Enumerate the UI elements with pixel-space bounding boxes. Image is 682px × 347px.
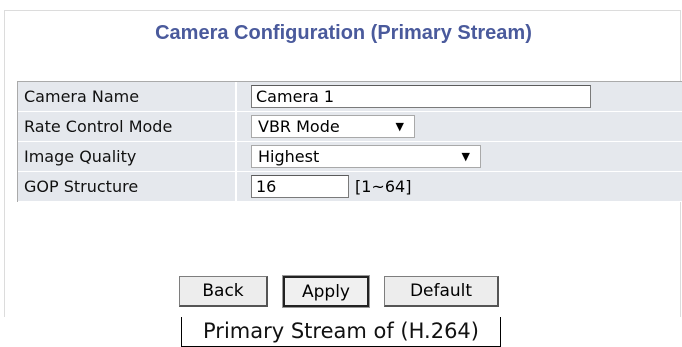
image-quality-label: Image Quality	[18, 142, 237, 171]
rate-control-mode-label: Rate Control Mode	[18, 112, 237, 141]
row-rate-control-mode: Rate Control Mode VBR Mode ▼	[18, 112, 682, 142]
camera-name-label: Camera Name	[18, 82, 237, 111]
gop-structure-input[interactable]: 16	[251, 175, 349, 198]
rate-control-mode-select[interactable]: VBR Mode ▼	[251, 115, 415, 138]
config-panel: Camera Configuration (Primary Stream) Ca…	[4, 10, 682, 317]
chevron-down-icon: ▼	[395, 120, 404, 133]
camera-name-input[interactable]: Camera 1	[251, 85, 591, 108]
row-image-quality: Image Quality Highest ▼	[18, 142, 682, 172]
rate-control-mode-value: VBR Mode	[258, 117, 340, 136]
gop-structure-cell: 16 [1~64]	[237, 172, 682, 201]
row-gop-structure: GOP Structure 16 [1~64]	[18, 172, 682, 202]
figure-caption: Primary Stream of (H.264)	[181, 317, 501, 347]
page-title: Camera Configuration (Primary Stream)	[155, 22, 532, 44]
chevron-down-icon: ▼	[461, 150, 470, 163]
image-quality-select[interactable]: Highest ▼	[251, 145, 481, 168]
settings-table: Camera Name Camera 1 Rate Control Mode V…	[17, 81, 682, 202]
gop-range-hint: [1~64]	[355, 177, 412, 196]
image-quality-value: Highest	[258, 147, 320, 166]
row-camera-name: Camera Name Camera 1	[18, 82, 682, 112]
default-button[interactable]: Default	[384, 276, 499, 307]
gop-structure-label: GOP Structure	[18, 172, 237, 201]
apply-button[interactable]: Apply	[282, 275, 370, 308]
camera-name-cell: Camera 1	[237, 82, 682, 111]
image-quality-cell: Highest ▼	[237, 142, 682, 171]
rate-control-mode-cell: VBR Mode ▼	[237, 112, 682, 141]
back-button[interactable]: Back	[179, 276, 268, 307]
